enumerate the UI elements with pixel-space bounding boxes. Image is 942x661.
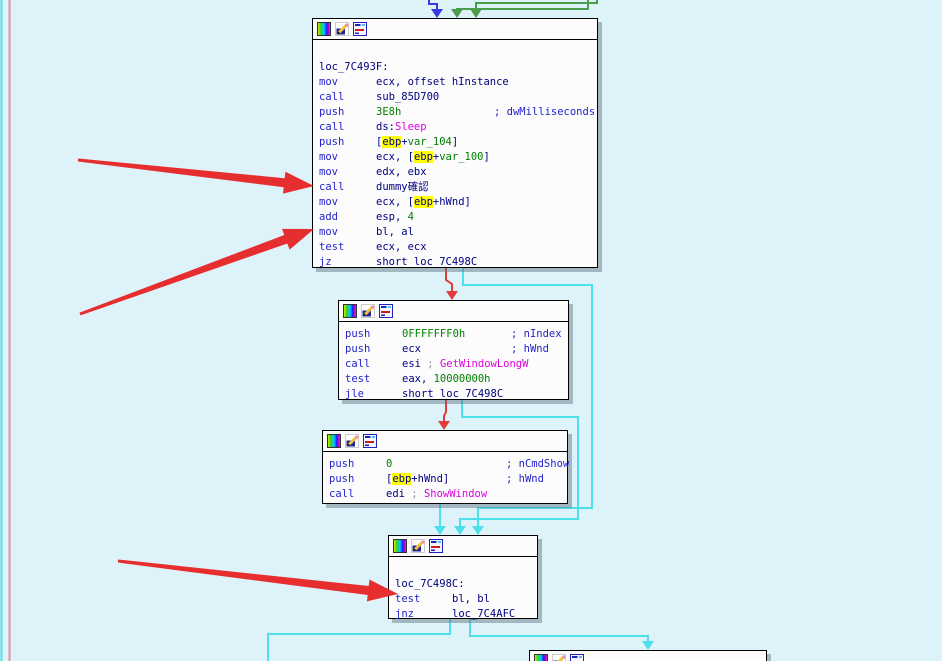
annotation-arrows-layer [0, 0, 942, 661]
annotation-arrow-mov-bl-al [80, 229, 315, 316]
annotation-arrow-test-bl-bl [118, 560, 398, 602]
annotation-arrow-call-dummy [78, 159, 314, 194]
graph-view-canvas[interactable]: loc_7C493F:movecx, offset hInstancecalls… [0, 0, 942, 661]
